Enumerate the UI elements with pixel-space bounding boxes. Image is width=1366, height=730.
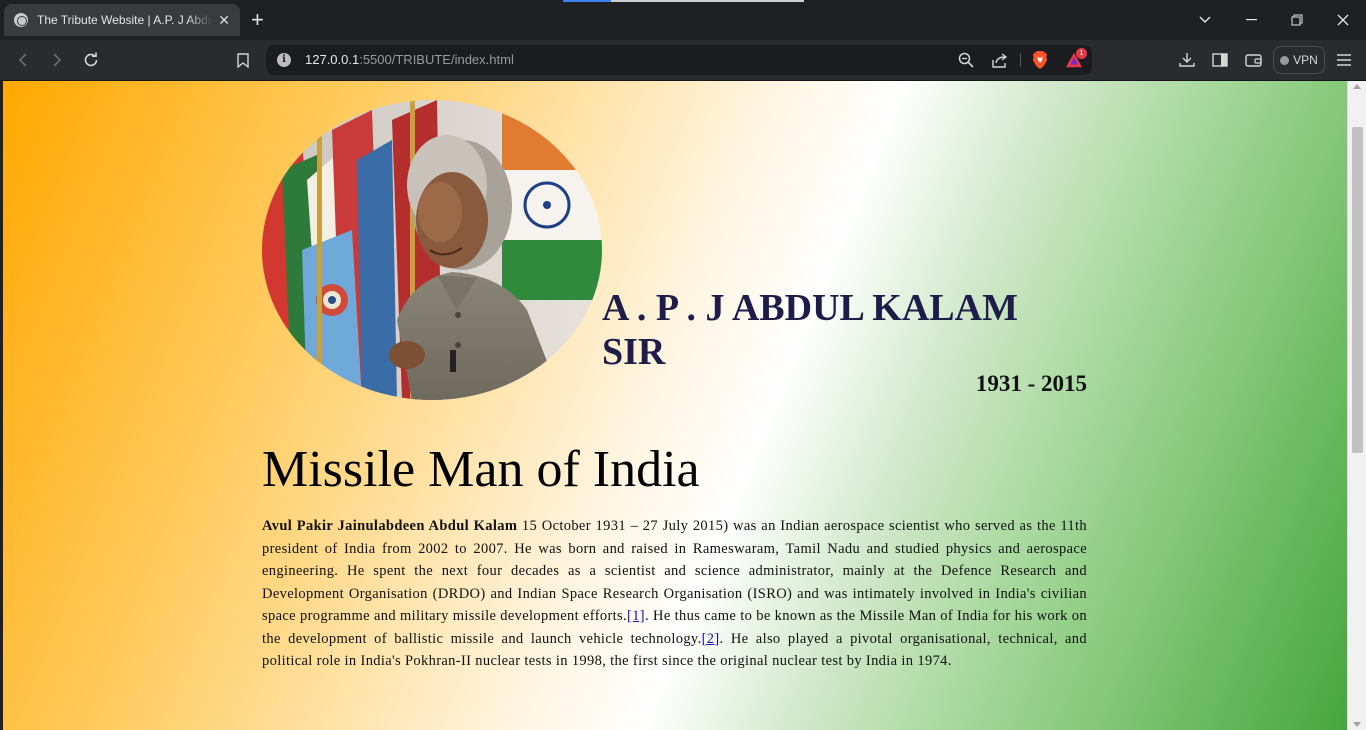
browser-toolbar: i 127.0.0.1:5500/TRIBUTE/index.html 1 VP… (0, 40, 1366, 81)
tab-strip: The Tribute Website | A.P. J Abdul Kalam… (0, 0, 1366, 40)
page-viewport: A . P . J ABDUL KALAM SIR 1931 - 2015 Mi… (0, 81, 1366, 730)
kalam-portrait-image (262, 100, 602, 400)
reference-link-1[interactable]: [1] (627, 608, 645, 624)
forward-icon[interactable] (47, 50, 67, 70)
close-icon[interactable]: ✕ (218, 12, 230, 28)
bio-bold-name: Avul Pakir Jainulabdeen Abdul Kalam (262, 518, 518, 534)
scroll-down-icon[interactable] (1353, 722, 1361, 727)
reload-icon[interactable] (81, 50, 101, 70)
honoree-name: A . P . J ABDUL KALAM SIR (602, 287, 1018, 373)
window-close-icon[interactable] (1320, 0, 1366, 40)
chevron-down-icon[interactable] (1182, 0, 1228, 40)
info-icon[interactable]: i (277, 53, 291, 67)
reference-link-2[interactable]: [2] (702, 631, 720, 647)
menu-icon[interactable] (1334, 50, 1354, 70)
minimize-icon[interactable] (1228, 0, 1274, 40)
zoom-icon[interactable] (956, 50, 976, 70)
tab-title: The Tribute Website | A.P. J Abdul Kalam (37, 13, 213, 27)
loading-progress (563, 0, 804, 2)
tribute-page: A . P . J ABDUL KALAM SIR 1931 - 2015 Mi… (3, 81, 1347, 730)
browser-tab[interactable]: The Tribute Website | A.P. J Abdul Kalam… (4, 4, 240, 36)
plus-icon[interactable]: + (251, 9, 264, 31)
life-years: 1931 - 2015 (975, 371, 1087, 396)
url-path: :5500/TRIBUTE/index.html (359, 52, 514, 67)
brave-badge: 1 (1076, 48, 1087, 59)
restore-icon[interactable] (1274, 0, 1320, 40)
sidebar-icon[interactable] (1210, 50, 1230, 70)
biography-paragraph: Avul Pakir Jainulabdeen Abdul Kalam 15 O… (262, 515, 1087, 673)
vpn-label: VPN (1293, 53, 1318, 67)
scroll-up-icon[interactable] (1353, 84, 1361, 89)
bookmark-icon[interactable] (233, 50, 253, 70)
brave-shield-icon[interactable] (1031, 51, 1049, 69)
share-icon[interactable] (990, 50, 1010, 70)
wallet-icon[interactable] (1243, 50, 1263, 70)
page-heading: Missile Man of India (262, 441, 700, 498)
download-icon[interactable] (1177, 50, 1197, 70)
back-icon[interactable] (13, 50, 33, 70)
page-scrollbar[interactable] (1347, 81, 1366, 730)
globe-icon (14, 13, 28, 27)
url-host: 127.0.0.1 (305, 52, 360, 67)
address-bar[interactable]: i 127.0.0.1:5500/TRIBUTE/index.html 1 (266, 45, 1092, 75)
url-text[interactable]: 127.0.0.1:5500/TRIBUTE/index.html (305, 52, 514, 67)
scrollbar-thumb[interactable] (1352, 127, 1363, 453)
vpn-button[interactable]: VPN (1273, 46, 1325, 74)
